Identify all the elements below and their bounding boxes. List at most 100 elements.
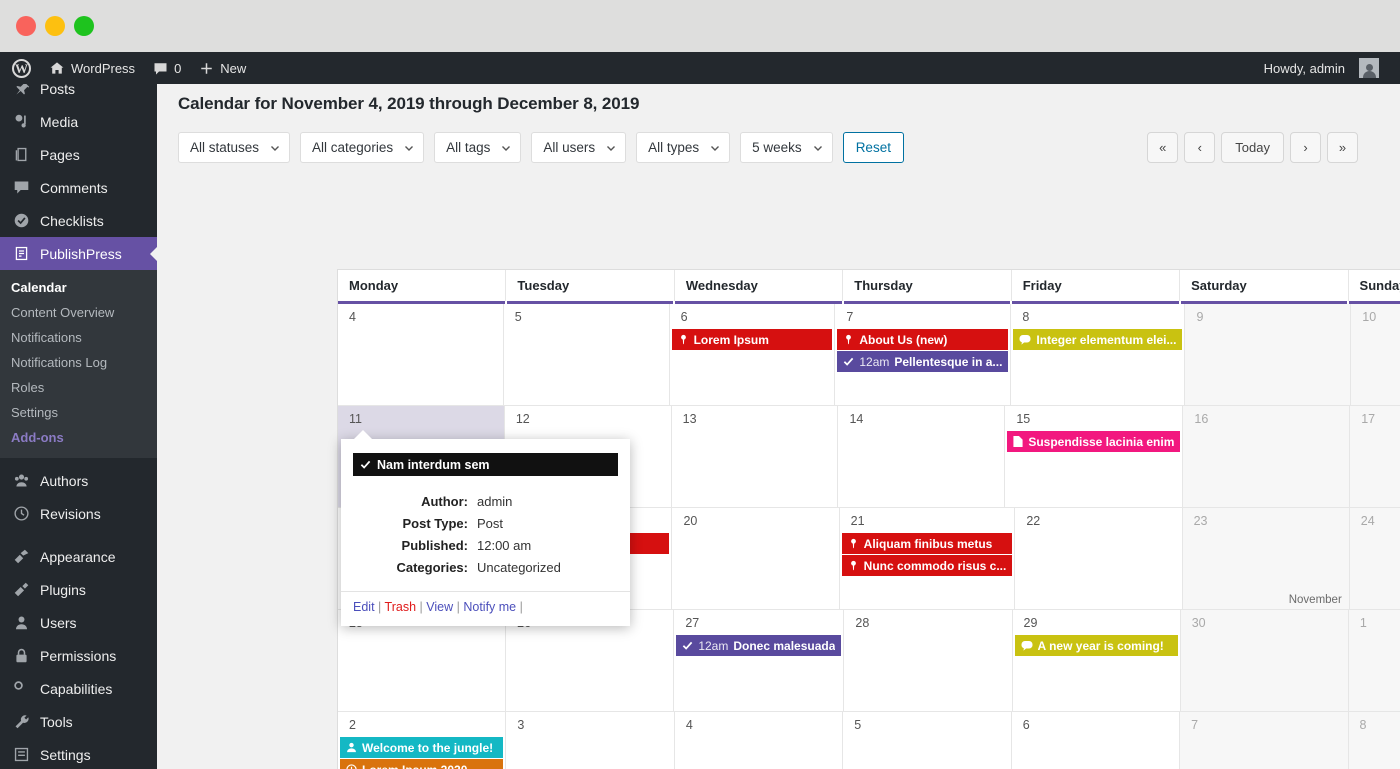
sidebar-item-addons[interactable]: Add-ons [0,425,157,450]
calendar-day-cell[interactable]: 8 Integer elementum elei... [1011,304,1186,405]
calendar-day-cell[interactable]: 7 About Us (new) 12am Pellentesque in a... [835,304,1012,405]
tooltip-trash-link[interactable]: Trash [385,600,417,614]
filter-categories-value: All categories [312,140,394,155]
sidebar-item-publishpress[interactable]: PublishPress [0,237,157,270]
nav-first-button[interactable]: « [1147,132,1179,163]
calendar-day-cell[interactable]: 16 [1183,406,1351,507]
sidebar-item-capabilities[interactable]: Capabilities [0,672,157,705]
sidebar-item-appearance[interactable]: Appearance [0,540,157,573]
sidebar-item-notifications[interactable]: Notifications [0,325,157,350]
calendar-day-cell[interactable]: 7 [1180,712,1349,769]
tooltip-field-value: Post [477,516,504,531]
sidebar-item-roles[interactable]: Roles [0,375,157,400]
calendar-event[interactable]: About Us (new) [837,329,1009,350]
sidebar-item-comments[interactable]: Comments [0,171,157,204]
sidebar-item-checklists[interactable]: Checklists [0,204,157,237]
sidebar-item-posts[interactable]: Posts [0,84,157,105]
sidebar-item-notifications-log[interactable]: Notifications Log [0,350,157,375]
calendar-day-cell[interactable]: 10 [1351,304,1400,405]
window-close-button[interactable] [16,16,36,36]
nav-last-button[interactable]: » [1327,132,1358,163]
calendar-day-cell[interactable]: 5 [843,712,1012,769]
calendar-day-cell[interactable]: 4 [674,712,844,769]
wp-logo-menu[interactable]: W [3,52,40,84]
calendar-day-cell[interactable]: 13 [671,406,839,507]
calendar-event[interactable]: Nunc commodo risus c... [841,555,1013,576]
window-minimize-button[interactable] [45,16,65,36]
calendar-day-cell[interactable]: 24December [1349,508,1400,609]
calendar-day-cell[interactable]: 9 [1185,304,1352,405]
calendar-event[interactable]: Integer elementum elei... [1013,329,1183,350]
calendar-day-cell[interactable]: 6 Lorem Ipsum [669,304,836,405]
calendar-event[interactable]: Lorem Ipsum 2020 [340,759,504,769]
nav-next-button[interactable]: › [1290,132,1321,163]
tooltip-field-label: Author: [421,494,468,509]
media-icon [11,112,31,132]
sidebar-item-users[interactable]: Users [0,606,157,639]
filter-tags-select[interactable]: All tags [434,132,522,163]
calendar-event[interactable]: A new year is coming! [1014,635,1178,656]
calendar-day-cell[interactable]: 30 [1180,610,1349,711]
sidebar-item-tools[interactable]: Tools [0,705,157,738]
calendar-event[interactable]: Welcome to the jungle! [340,737,504,758]
site-name-menu[interactable]: WordPress [40,52,144,84]
calendar-day-cell[interactable]: 14 [838,406,1006,507]
calendar-day-cell[interactable]: 15 Suspendisse lacinia enim [1005,406,1184,507]
calendar-day-cell[interactable]: 2 Welcome to the jungle! Lorem Ipsum 2020 [338,712,507,769]
sidebar-item-plugins[interactable]: Plugins [0,573,157,606]
nav-today-button[interactable]: Today [1221,132,1284,163]
sidebar-item-media[interactable]: Media [0,105,157,138]
calendar-day-number: 12 [515,412,530,426]
lock-icon [11,646,31,666]
pin-icon [678,334,689,345]
tooltip-notify-link[interactable]: Notify me [463,600,516,614]
sidebar-item-settings[interactable]: Settings [0,738,157,769]
nav-prev-button[interactable]: ‹ [1184,132,1216,163]
calendar-event[interactable]: Lorem Ipsum [671,329,833,350]
tooltip-view-link[interactable]: View [426,600,453,614]
filter-types-select[interactable]: All types [636,132,731,163]
tooltip-edit-link[interactable]: Edit [353,600,375,614]
sidebar-item-permissions[interactable]: Permissions [0,639,157,672]
weekday-header: Saturday [1180,270,1349,301]
calendar-day-cell[interactable]: 23 November [1182,508,1350,609]
new-content-menu[interactable]: New [190,52,255,84]
calendar-event[interactable]: Aliquam finibus metus [841,533,1013,554]
sidebar-item-pages[interactable]: Pages [0,138,157,171]
sidebar-item-content-overview[interactable]: Content Overview [0,300,157,325]
calendar-day-cell[interactable]: 3 [506,712,675,769]
filter-users-select[interactable]: All users [531,132,627,163]
filter-weeks-select[interactable]: 5 weeks [740,132,833,163]
filter-status-select[interactable]: All statuses [178,132,291,163]
sidebar-item-label: Authors [40,472,89,489]
calendar-day-cell[interactable]: 28 [844,610,1013,711]
calendar-day-cell[interactable]: 8 [1348,712,1400,769]
calendar-day-cell[interactable]: 5 [503,304,670,405]
sidebar-item-settings[interactable]: Settings [0,400,157,425]
window-maximize-button[interactable] [74,16,94,36]
calendar-day-cell[interactable]: 27 12am Donec malesuada [674,610,845,711]
calendar-event[interactable]: 12am Donec malesuada [676,635,842,656]
calendar-day-cell[interactable]: 4 [338,304,504,405]
calendar-day-cell[interactable]: 22 [1015,508,1183,609]
calendar-day-number: 7 [846,310,854,324]
sidebar-item-authors[interactable]: Authors [0,464,157,497]
sidebar-item-revisions[interactable]: Revisions [0,497,157,530]
calendar-day-cell[interactable]: 1 [1348,610,1400,711]
my-account-menu[interactable]: Howdy, admin [1255,52,1388,84]
sidebar-item-label: Users [40,614,77,631]
reset-button[interactable]: Reset [842,132,904,163]
tooltip-field-value: 12:00 am [477,538,532,553]
comments-menu[interactable]: 0 [144,52,190,84]
clock-icon [11,504,31,524]
calendar-day-cell[interactable]: 20 [672,508,840,609]
calendar-day-cell[interactable]: 21 Aliquam finibus metus Nunc commodo risu… [839,508,1016,609]
sidebar-item-calendar[interactable]: Calendar [0,275,157,300]
calendar-day-cell[interactable]: 17 [1350,406,1400,507]
calendar-event[interactable]: 12am Pellentesque in a... [837,351,1009,372]
calendar-event[interactable]: Suspendisse lacinia enim [1007,431,1181,452]
calendar-day-cell[interactable]: 6 [1011,712,1181,769]
calendar-month-label: November [1288,594,1342,606]
filter-categories-select[interactable]: All categories [300,132,425,163]
calendar-day-cell[interactable]: 29 A new year is coming! [1012,610,1181,711]
